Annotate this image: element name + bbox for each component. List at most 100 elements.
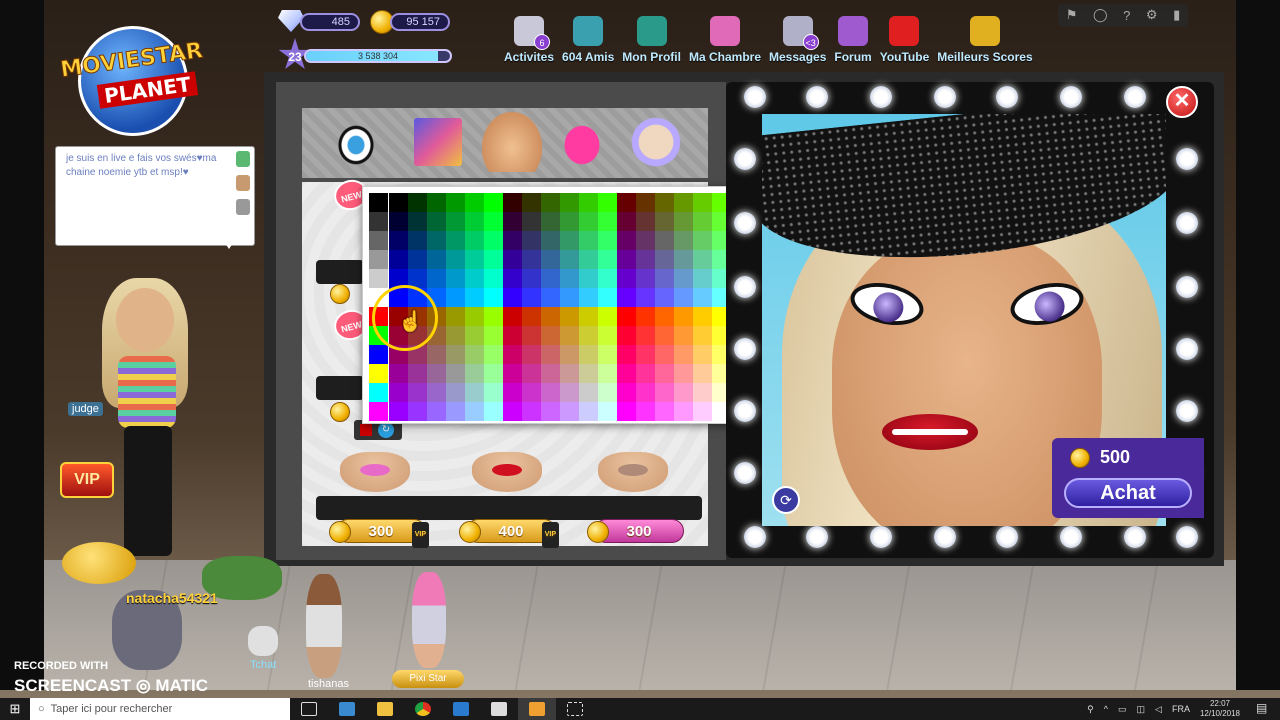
color-swatch[interactable] <box>541 402 560 421</box>
color-swatch[interactable] <box>503 193 522 212</box>
color-swatch[interactable] <box>598 212 617 231</box>
color-swatch[interactable] <box>484 345 503 364</box>
color-swatch[interactable] <box>389 288 408 307</box>
color-swatch[interactable] <box>522 307 541 326</box>
color-swatch[interactable] <box>369 402 388 421</box>
color-swatch[interactable] <box>579 307 598 326</box>
color-swatch[interactable] <box>465 307 484 326</box>
color-swatch[interactable] <box>522 212 541 231</box>
color-swatch[interactable] <box>655 250 674 269</box>
color-swatch[interactable] <box>674 193 693 212</box>
color-swatch[interactable] <box>389 402 408 421</box>
color-swatch[interactable] <box>446 364 465 383</box>
color-swatch[interactable] <box>560 383 579 402</box>
eyeshadow-palette-icon[interactable] <box>414 118 462 166</box>
nose-icon[interactable] <box>482 112 542 172</box>
store-icon[interactable] <box>328 698 366 720</box>
chevron-up-icon[interactable]: ^ <box>1104 704 1108 714</box>
color-swatch[interactable] <box>693 383 712 402</box>
color-swatch[interactable] <box>617 383 636 402</box>
color-swatch[interactable] <box>598 250 617 269</box>
lipstick-item[interactable] <box>598 452 668 492</box>
close-button[interactable]: ✕ <box>1166 86 1198 118</box>
color-swatch[interactable] <box>598 345 617 364</box>
color-swatch[interactable] <box>693 364 712 383</box>
windows-start-icon[interactable]: ⊞ <box>0 698 30 720</box>
color-swatch[interactable] <box>560 288 579 307</box>
nav-item-meilleurs-scores[interactable]: Meilleurs Scores <box>933 16 1036 68</box>
user-avatar[interactable] <box>306 574 342 678</box>
color-swatch[interactable] <box>598 307 617 326</box>
color-swatch[interactable] <box>693 307 712 326</box>
color-swatch[interactable] <box>522 231 541 250</box>
color-swatch[interactable] <box>465 231 484 250</box>
color-swatch[interactable] <box>522 364 541 383</box>
color-swatch[interactable] <box>389 212 408 231</box>
nav-item-activites[interactable]: 6 Activites <box>500 16 558 68</box>
color-swatch[interactable] <box>617 231 636 250</box>
color-swatch[interactable] <box>579 383 598 402</box>
lips-icon[interactable] <box>552 112 612 172</box>
color-swatch[interactable] <box>446 288 465 307</box>
lipstick-item[interactable] <box>472 452 542 492</box>
color-swatch[interactable] <box>598 231 617 250</box>
color-swatch[interactable] <box>655 402 674 421</box>
color-swatch[interactable] <box>484 193 503 212</box>
lipstick-item[interactable] <box>340 452 410 492</box>
network-icon[interactable]: ◫ <box>1137 704 1146 715</box>
color-swatch[interactable] <box>598 269 617 288</box>
color-swatch[interactable] <box>408 383 427 402</box>
color-swatch[interactable] <box>369 269 388 288</box>
foundation-icon[interactable] <box>626 112 686 172</box>
color-swatch[interactable] <box>369 307 388 326</box>
color-swatch[interactable] <box>408 193 427 212</box>
color-swatch[interactable] <box>446 345 465 364</box>
color-swatch[interactable] <box>541 212 560 231</box>
color-swatch[interactable] <box>408 402 427 421</box>
moviestarplanet-logo[interactable]: MOVIESTAR PLANET <box>48 18 213 136</box>
color-swatch[interactable] <box>522 250 541 269</box>
color-swatch[interactable] <box>503 250 522 269</box>
color-swatch[interactable] <box>427 250 446 269</box>
color-swatch[interactable] <box>636 383 655 402</box>
color-swatch[interactable] <box>636 288 655 307</box>
color-swatch[interactable] <box>617 250 636 269</box>
color-swatch[interactable] <box>369 288 388 307</box>
color-swatch[interactable] <box>389 345 408 364</box>
battery-icon[interactable]: ▭ <box>1118 704 1127 715</box>
taskbar-search[interactable]: ○ Taper ici pour rechercher <box>30 698 290 720</box>
color-swatch[interactable] <box>579 402 598 421</box>
color-swatch[interactable] <box>465 383 484 402</box>
color-swatch[interactable] <box>503 364 522 383</box>
color-swatch[interactable] <box>408 212 427 231</box>
color-swatch[interactable] <box>408 364 427 383</box>
color-swatch[interactable] <box>636 345 655 364</box>
color-swatch[interactable] <box>503 231 522 250</box>
color-swatch[interactable] <box>598 326 617 345</box>
color-swatch[interactable] <box>598 288 617 307</box>
color-swatch[interactable] <box>503 212 522 231</box>
color-swatch[interactable] <box>560 364 579 383</box>
color-swatch[interactable] <box>541 193 560 212</box>
color-swatch[interactable] <box>617 326 636 345</box>
color-swatch[interactable] <box>617 193 636 212</box>
volume-icon[interactable]: ◁ <box>1155 704 1162 715</box>
color-swatch[interactable] <box>427 383 446 402</box>
color-swatch[interactable] <box>484 269 503 288</box>
color-swatch[interactable] <box>369 364 388 383</box>
color-swatch[interactable] <box>522 345 541 364</box>
color-swatch[interactable] <box>541 345 560 364</box>
color-swatch[interactable] <box>617 288 636 307</box>
language-indicator[interactable]: FRA <box>1172 704 1190 714</box>
color-swatch[interactable] <box>636 307 655 326</box>
color-swatch[interactable] <box>693 212 712 231</box>
color-swatch[interactable] <box>693 231 712 250</box>
color-swatch[interactable] <box>465 269 484 288</box>
user-name-tag[interactable]: tishanas <box>308 678 349 690</box>
color-swatch[interactable] <box>579 212 598 231</box>
color-swatch[interactable] <box>427 288 446 307</box>
color-swatch[interactable] <box>674 288 693 307</box>
color-swatch[interactable] <box>541 288 560 307</box>
color-swatch[interactable] <box>617 269 636 288</box>
color-swatch[interactable] <box>617 402 636 421</box>
